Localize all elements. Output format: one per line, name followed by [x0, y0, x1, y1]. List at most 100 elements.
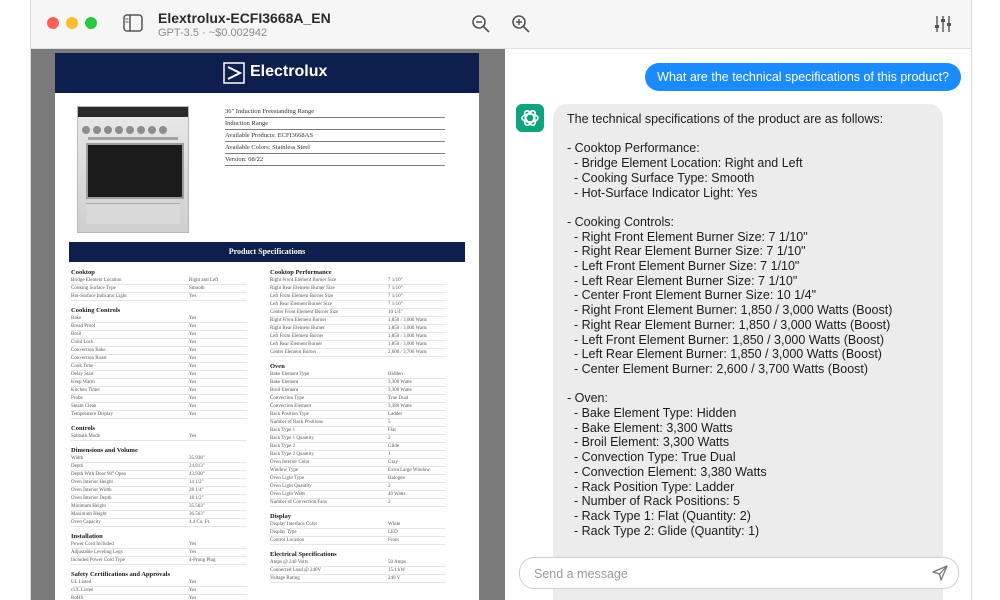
spec-row: Convection Type True Dual [270, 395, 446, 403]
zoom-in-icon[interactable] [511, 14, 531, 34]
spec-section-title: Installation [71, 533, 103, 540]
spec-value: 35.938" [189, 456, 205, 461]
spec-row: Rack Type 2 Quantity 1 [270, 451, 446, 459]
spec-key: Control Location [270, 538, 305, 543]
pdf-viewer[interactable]: Electrolux 36" Induction Freestanding Ra… [31, 49, 505, 600]
spec-key: Number of Rack Positions [270, 420, 323, 425]
user-message: What are the technical specifications of… [645, 63, 961, 91]
spec-key: Oven Light Type [270, 476, 304, 481]
sidebar-toggle-icon[interactable] [123, 14, 143, 32]
spec-row: Broil Yes [71, 331, 247, 339]
spec-key: Rack Type 1 [270, 428, 296, 433]
spec-value: 5 [388, 420, 391, 425]
spec-key: Rack Type 1 Quantity [270, 436, 314, 441]
spec-row: Oven Light Type Halogen [270, 475, 446, 483]
info-line: Available Colors: Stainless Steel [225, 142, 445, 154]
spec-key: Right Front Element Burner Size [270, 278, 337, 283]
spec-row: Right Front Element Burner 1,850 / 3,000 … [270, 317, 446, 325]
spec-value: 7 1/10" [388, 278, 403, 283]
spec-key: Connected Load @ 240V [270, 568, 322, 573]
spec-row: Oven Capacity 4.4 Cu. Ft. [71, 519, 247, 527]
spec-key: Cooking Surface Type [71, 286, 116, 291]
spec-key: Bake [71, 316, 82, 321]
spec-row: Probe Yes [71, 395, 247, 403]
spec-row: Control Location Front [270, 537, 446, 545]
spec-key: Center Element Burner [270, 350, 317, 355]
spec-key: Depth With Door 90° Open [71, 472, 127, 477]
spec-key: Number of Convection Fans [270, 500, 327, 505]
spec-value: 3,300 Watts [388, 380, 412, 385]
spec-key: Probe [71, 396, 83, 401]
spec-key: UL Listed [71, 580, 92, 585]
spec-value: Yes [189, 434, 197, 439]
spec-section-title: Dimensions and Volume [71, 447, 138, 454]
spec-key: Oven Interior Depth [71, 496, 112, 501]
specs-banner: Product Specifications [69, 242, 465, 262]
spec-key: Convection Roast [71, 356, 107, 361]
spec-row: Oven Interior Depth 18 1/2" [71, 495, 247, 503]
spec-row: Depth With Door 90° Open 43.938" [71, 471, 247, 479]
spec-value: 1,850 / 3,000 Watts [388, 334, 427, 339]
spec-section-title: Cooking Controls [71, 307, 121, 314]
spec-value: 7 1/10" [388, 302, 403, 307]
send-icon[interactable] [932, 565, 948, 581]
spec-row: Left Rear Element Burner 1,850 / 3,000 Wa… [270, 341, 446, 349]
spec-value: Yes [189, 580, 197, 585]
spec-value: 7 1/10" [388, 294, 403, 299]
spec-row: cUL Listed Yes [71, 587, 247, 595]
spec-row: RoHS Yes [71, 595, 247, 600]
spec-value: 4-Prong Plug [189, 558, 216, 563]
spec-row: Right Rear Element Burner 1,850 / 3,000 W… [270, 325, 446, 333]
spec-value: Yes [189, 404, 197, 409]
spec-row: Broil Element 3,300 Watts [270, 387, 446, 395]
spec-row: Convection Roast Yes [71, 355, 247, 363]
spec-value: 2 [388, 436, 391, 441]
spec-key: Convection Bake [71, 348, 106, 353]
spec-value: 1,850 / 3,000 Watts [388, 342, 427, 347]
spec-row: Rack Position Type Ladder [270, 411, 446, 419]
spec-key: Included Power Cord Type [71, 558, 125, 563]
spec-row: Bread Proof Yes [71, 323, 247, 331]
model-cost-label: GPT-3.5 · ~$0.002942 [158, 27, 268, 39]
spec-key: cUL Listed [71, 588, 94, 593]
close-window-button[interactable] [47, 17, 59, 29]
spec-key: Bake Element Type [270, 372, 310, 377]
spec-row: Keep Warm Yes [71, 379, 247, 387]
spec-key: RoHS [71, 596, 84, 600]
spec-key: Amps @ 240 Volts [270, 560, 308, 565]
spec-row: Left Rear Element Burner Size 7 1/10" [270, 301, 446, 309]
spec-section-title: Display [270, 513, 291, 520]
spec-row: Amps @ 240 Volts 50 Amps [270, 559, 446, 567]
spec-value: 28 1/4" [189, 488, 204, 493]
minimize-window-button[interactable] [66, 17, 78, 29]
spec-row: Oven Light Quantity 2 [270, 483, 446, 491]
spec-value: Flat [388, 428, 396, 433]
spec-value: 14 1/2" [189, 480, 204, 485]
spec-key: Oven Interior Height [71, 480, 113, 485]
spec-row: Right Front Element Burner Size 7 1/10" [270, 277, 446, 285]
spec-value: 1 [388, 452, 391, 457]
spec-key: Left Front Element Burner Size [270, 294, 334, 299]
spec-row: Sabbath Mode Yes [71, 433, 247, 441]
spec-row: Left Front Element Burner 1,850 / 3,000 W… [270, 333, 446, 341]
spec-key: Display Type [270, 530, 297, 535]
spec-key: Bridge Element Location [71, 278, 122, 283]
maximize-window-button[interactable] [85, 17, 97, 29]
openai-avatar-icon [516, 104, 544, 132]
sliders-icon[interactable] [933, 14, 953, 34]
spec-row: Number of Rack Positions 5 [270, 419, 446, 427]
spec-value: 35.563" [189, 504, 205, 509]
spec-value: Yes [189, 372, 197, 377]
zoom-out-icon[interactable] [471, 14, 491, 34]
spec-key: Left Rear Element Burner Size [270, 302, 332, 307]
spec-row: Rack Type 2 Glide [270, 443, 446, 451]
spec-row: UL Listed Yes [71, 579, 247, 587]
range-product-image [77, 106, 189, 233]
spec-value: 4.4 Cu. Ft. [189, 520, 211, 525]
spec-key: Hot-Surface Indicator Light [71, 294, 127, 299]
message-input[interactable] [532, 563, 916, 585]
spec-column-left: Cooktop Bridge Element Location Right and … [71, 269, 247, 600]
spec-value: White [388, 522, 401, 527]
spec-row: Right Rear Element Burner Size 7 1/10" [270, 285, 446, 293]
info-line: Induction Range [225, 118, 445, 130]
